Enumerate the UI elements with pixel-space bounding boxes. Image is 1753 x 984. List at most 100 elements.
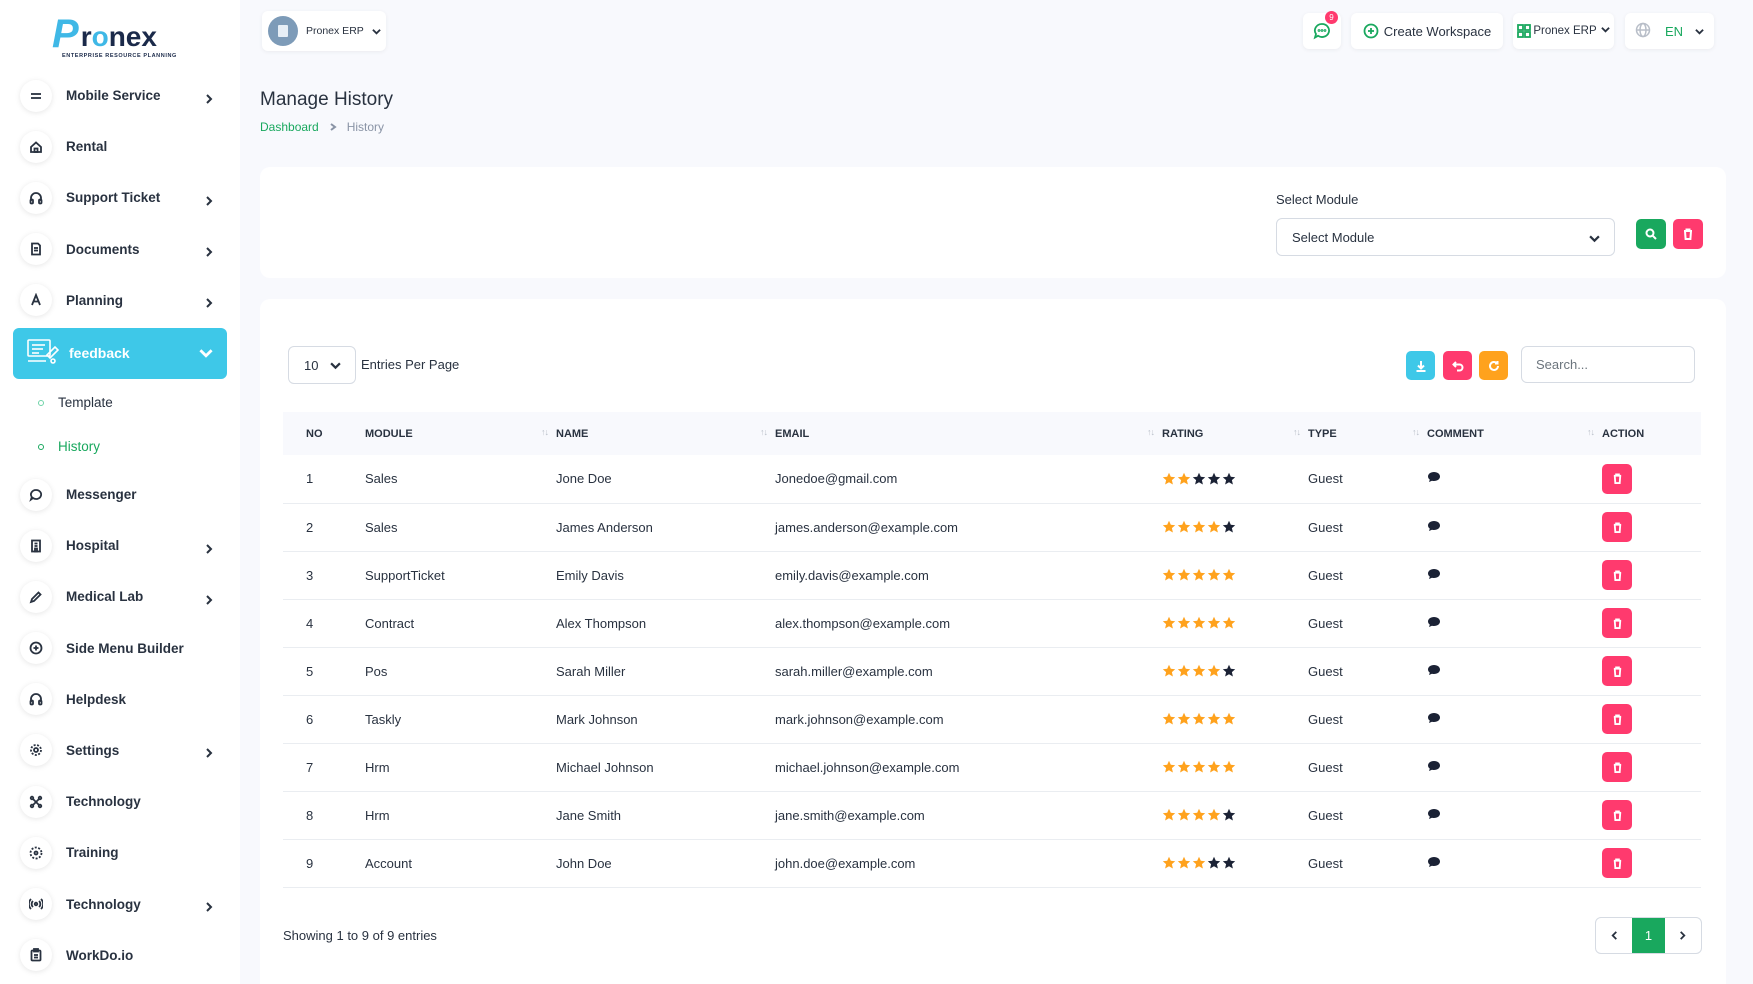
comment-icon[interactable] xyxy=(1427,568,1441,584)
target-icon xyxy=(20,836,52,869)
sidebar-item-workdo-io[interactable]: WorkDo.io xyxy=(0,930,240,981)
delete-button[interactable] xyxy=(1602,560,1632,590)
pagination: 1 xyxy=(1595,917,1702,954)
row-module: Sales xyxy=(365,471,398,487)
star-filled-icon xyxy=(1192,616,1206,630)
pagination-page-button[interactable]: 1 xyxy=(1632,918,1665,953)
sidebar-item-side-menu-builder[interactable]: Side Menu Builder xyxy=(0,623,240,674)
breadcrumb: Dashboard History xyxy=(260,120,384,134)
comment-icon[interactable] xyxy=(1427,712,1441,728)
column-header-email[interactable]: EMAIL ↑↓ xyxy=(775,412,1162,455)
table-search-input[interactable] xyxy=(1521,346,1695,383)
workspace-switcher[interactable]: Pronex ERP xyxy=(262,11,386,51)
sidebar-item-helpdesk[interactable]: Helpdesk xyxy=(0,674,240,725)
delete-button[interactable] xyxy=(1602,704,1632,734)
comment-icon[interactable] xyxy=(1427,808,1441,824)
sidebar-item-planning[interactable]: Planning xyxy=(0,275,240,326)
reset-button[interactable] xyxy=(1443,351,1472,380)
comment-icon[interactable] xyxy=(1427,856,1441,872)
chevron-left-icon xyxy=(1611,931,1617,940)
feedback-board-icon xyxy=(25,337,61,370)
menu-lines-icon xyxy=(20,79,52,112)
sidebar-item-training[interactable]: Training xyxy=(0,827,240,878)
delete-button[interactable] xyxy=(1602,656,1632,686)
column-header-type[interactable]: TYPE ↑↓ xyxy=(1308,412,1427,455)
comment-icon[interactable] xyxy=(1427,664,1441,680)
column-header-name[interactable]: NAME ↑↓ xyxy=(556,412,775,455)
breadcrumb-dashboard-link[interactable]: Dashboard xyxy=(260,120,319,134)
sidebar-menu: Mobile Service Rental Support Ticket Docume… xyxy=(0,70,240,326)
trash-icon xyxy=(1613,761,1621,773)
language-selector[interactable]: EN xyxy=(1625,13,1714,49)
download-icon xyxy=(1416,360,1425,372)
sort-icon: ↑↓ xyxy=(1147,427,1155,437)
star-filled-icon xyxy=(1192,760,1206,774)
chevron-right-icon xyxy=(204,91,214,104)
row-type: Guest xyxy=(1308,855,1343,871)
erp-menu-label: Pronex ERP xyxy=(1533,25,1597,37)
export-button[interactable] xyxy=(1406,351,1435,380)
sidebar-item-support-ticket[interactable]: Support Ticket xyxy=(0,172,240,223)
create-workspace-button[interactable]: Create Workspace xyxy=(1351,13,1503,49)
star-empty-icon xyxy=(1222,808,1236,822)
star-filled-icon xyxy=(1207,616,1221,630)
row-name: Michael Johnson xyxy=(556,759,654,775)
submenu-item-template[interactable]: Template xyxy=(0,381,240,425)
sidebar-item-documents[interactable]: Documents xyxy=(0,224,240,275)
sidebar-item-technology[interactable]: Technology xyxy=(0,878,240,929)
row-comment xyxy=(1427,743,1602,791)
entries-per-page-select[interactable]: 10 xyxy=(288,346,356,384)
column-header-comment[interactable]: COMMENT ↑↓ xyxy=(1427,412,1602,455)
row-name: Sarah Miller xyxy=(556,663,626,679)
erp-menu-button[interactable]: Pronex ERP xyxy=(1513,13,1614,49)
messages-button[interactable]: 9 xyxy=(1303,11,1341,49)
home-icon xyxy=(20,130,52,163)
delete-button[interactable] xyxy=(1602,512,1632,542)
sidebar-item-medical-lab[interactable]: Medical Lab xyxy=(0,571,240,622)
column-header-no[interactable]: NO xyxy=(283,412,365,455)
row-name: Alex Thompson xyxy=(556,615,647,631)
sidebar-item-rental[interactable]: Rental xyxy=(0,121,240,172)
star-filled-icon xyxy=(1207,808,1221,822)
star-filled-icon xyxy=(1192,712,1206,726)
table-row: 7 Hrm Michael Johnson michael.johnson@examp… xyxy=(283,743,1701,791)
brand-logo[interactable]: P ronex ENTERPRISE RESOURCE PLANNING xyxy=(0,0,240,70)
star-filled-icon xyxy=(1162,712,1176,726)
pagination-next-button[interactable] xyxy=(1665,918,1701,953)
column-header-rating[interactable]: RATING ↑↓ xyxy=(1162,412,1308,455)
row-rating xyxy=(1162,551,1308,599)
sidebar-item-messenger[interactable]: Messenger xyxy=(0,469,240,520)
comment-icon[interactable] xyxy=(1427,760,1441,776)
trash-icon xyxy=(1613,809,1621,821)
broadcast-icon xyxy=(20,888,52,921)
submenu-item-history[interactable]: History xyxy=(0,425,240,469)
star-filled-icon xyxy=(1162,760,1176,774)
comment-icon[interactable] xyxy=(1427,520,1441,536)
comment-icon[interactable] xyxy=(1427,472,1441,487)
column-header-module[interactable]: MODULE ↑↓ xyxy=(365,412,556,455)
row-comment xyxy=(1427,695,1602,743)
undo-icon xyxy=(1451,360,1463,371)
delete-button[interactable] xyxy=(1602,608,1632,638)
delete-button[interactable] xyxy=(1602,752,1632,782)
sidebar-item-technology[interactable]: Technology xyxy=(0,776,240,827)
delete-button[interactable] xyxy=(1602,463,1632,494)
sidebar-item-feedback[interactable]: feedback xyxy=(13,327,227,379)
comment-icon[interactable] xyxy=(1427,616,1441,632)
delete-button[interactable] xyxy=(1602,800,1632,830)
row-action xyxy=(1602,647,1701,695)
sidebar-item-hospital[interactable]: Hospital xyxy=(0,520,240,571)
module-select[interactable]: Select Module xyxy=(1276,218,1615,256)
sidebar-item-label: Mobile Service xyxy=(66,88,161,104)
clear-filter-button[interactable] xyxy=(1673,219,1703,249)
apply-filter-button[interactable] xyxy=(1636,219,1666,249)
breadcrumb-current: History xyxy=(346,120,385,134)
table-row: 3 SupportTicket Emily Davis emily.davis@exa… xyxy=(283,551,1701,599)
reload-button[interactable] xyxy=(1479,351,1508,380)
row-action xyxy=(1602,839,1701,887)
pagination-prev-button[interactable] xyxy=(1596,918,1632,953)
star-filled-icon xyxy=(1207,712,1221,726)
delete-button[interactable] xyxy=(1602,848,1632,878)
sidebar-item-mobile-service[interactable]: Mobile Service xyxy=(0,70,240,121)
sidebar-item-settings[interactable]: Settings xyxy=(0,725,240,776)
